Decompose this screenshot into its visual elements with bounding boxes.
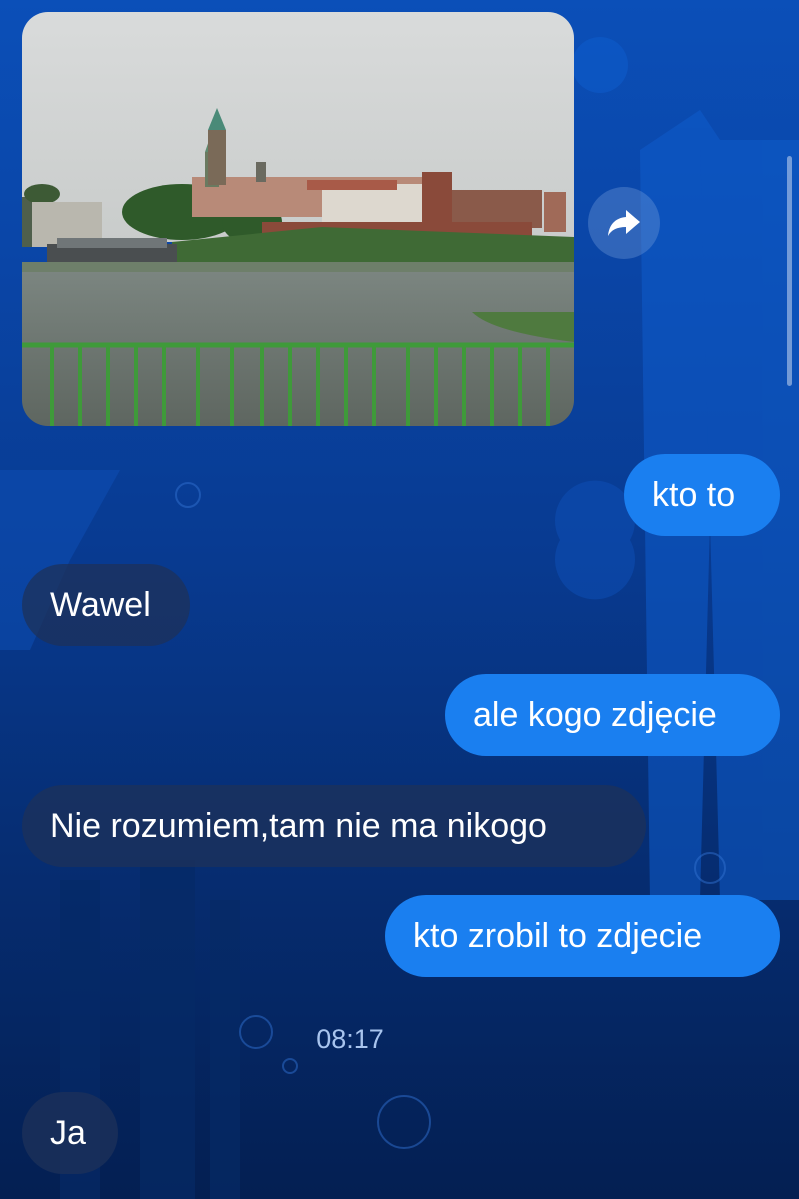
message-bubble-incoming[interactable]: Wawel (22, 564, 190, 646)
photo-message[interactable] (22, 12, 574, 426)
share-forward-button[interactable] (588, 187, 660, 259)
message-bubble-outgoing[interactable]: kto zrobil to zdjecie (385, 895, 780, 977)
message-text: kto zrobil to zdjecie (413, 916, 703, 955)
scrollbar[interactable] (787, 156, 792, 386)
message-text: Ja (50, 1113, 86, 1152)
wawel-castle-photo (22, 12, 574, 426)
message-timestamp: 08:17 (316, 1024, 384, 1054)
message-text: kto to (652, 475, 736, 514)
message-bubble-incoming[interactable]: Nie rozumiem,tam nie ma nikogo (22, 785, 646, 867)
message-text: Wawel (50, 585, 151, 624)
message-text: ale kogo zdjęcie (473, 695, 717, 734)
message-bubble-outgoing[interactable]: ale kogo zdjęcie (445, 674, 780, 756)
message-bubble-incoming[interactable]: Ja (22, 1092, 118, 1174)
message-bubble-outgoing[interactable]: kto to (624, 454, 780, 536)
message-text: Nie rozumiem,tam nie ma nikogo (50, 806, 547, 845)
share-forward-icon (608, 210, 640, 236)
